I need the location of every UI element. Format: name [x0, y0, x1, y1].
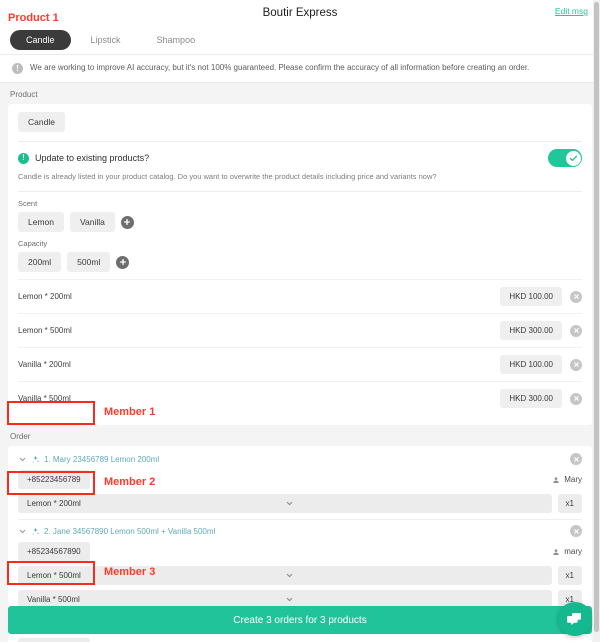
order-phone-row: +85234567890 mary: [18, 542, 582, 562]
variant-price[interactable]: HKD 300.00: [500, 389, 562, 409]
quantity-chip[interactable]: x1: [557, 566, 582, 586]
variant-name: Vanilla * 500ml: [18, 394, 71, 404]
close-circle-icon[interactable]: [570, 392, 582, 405]
order-block: 1. Mary 23456789 Lemon 200ml +8522345678…: [18, 448, 582, 519]
toggle-knob: [565, 150, 581, 166]
tab-shampoo[interactable]: Shampoo: [141, 30, 212, 50]
create-orders-button[interactable]: Create 3 orders for 3 products: [8, 606, 592, 634]
customer-phone[interactable]: +85265432109: [18, 638, 90, 642]
notice-text: We are working to improve AI accuracy, b…: [30, 63, 530, 73]
variant-select[interactable]: Lemon * 500ml: [18, 566, 552, 586]
chevron-down-icon: [285, 499, 543, 508]
variant-select[interactable]: Lemon * 200ml: [18, 494, 552, 514]
update-existing-products-row: ! Update to existing products?: [18, 149, 582, 167]
option-values-capacity: 200ml 500ml: [18, 252, 582, 273]
close-circle-icon[interactable]: [570, 358, 582, 371]
option-value-chip[interactable]: Lemon: [18, 212, 64, 233]
ai-accuracy-notice: ! We are working to improve AI accuracy,…: [0, 55, 600, 83]
update-existing-products-toggle[interactable]: [548, 149, 582, 167]
member-name-text: mary: [564, 547, 582, 557]
customer-phone[interactable]: +85223456789: [18, 470, 90, 490]
scrollbar-thumb[interactable]: [594, 2, 599, 632]
variant-name: Lemon * 500ml: [18, 326, 72, 336]
product-name-chip[interactable]: Candle: [18, 112, 65, 132]
option-value-chip[interactable]: Vanilla: [70, 212, 115, 233]
quantity-chip[interactable]: x1: [557, 494, 582, 514]
close-circle-icon[interactable]: [570, 453, 582, 466]
variant-row: Vanilla * 500ml HKD 300.00: [18, 381, 582, 415]
tab-lipstick[interactable]: Lipstick: [75, 30, 137, 50]
person-icon: [552, 476, 560, 484]
order-section-label: Order: [0, 425, 600, 447]
plus-circle-icon[interactable]: [120, 215, 134, 229]
order-title: 2. Jane 34567890 Lemon 500ml + Vanilla 5…: [44, 526, 216, 536]
order-phone-row: +85265432109 Bob: [18, 638, 582, 642]
variant-select-value: Lemon * 500ml: [27, 571, 81, 581]
variant-row: Lemon * 200ml HKD 100.00: [18, 279, 582, 313]
scrollbar[interactable]: [593, 0, 600, 642]
chevron-down-icon: [285, 571, 543, 580]
customer-phone[interactable]: +85234567890: [18, 542, 90, 562]
plus-circle-icon[interactable]: [116, 255, 130, 269]
update-toggle-description: Candle is already listed in your product…: [18, 172, 437, 181]
magic-wand-icon: [31, 455, 40, 464]
variant-row: Lemon * 500ml HKD 300.00: [18, 313, 582, 347]
option-value-chip[interactable]: 500ml: [67, 252, 111, 273]
edit-msg-link[interactable]: Edit msg: [555, 6, 588, 16]
variant-name: Lemon * 200ml: [18, 292, 72, 302]
option-label-scent: Scent: [18, 199, 38, 209]
person-icon: [552, 548, 560, 556]
info-icon: !: [12, 63, 23, 74]
chevron-down-icon[interactable]: [18, 527, 27, 536]
variant-select-value: Lemon * 200ml: [27, 499, 81, 509]
divider: [18, 191, 582, 193]
member-name: Mary: [552, 475, 582, 484]
option-values-scent: Lemon Vanilla: [18, 212, 582, 233]
option-value-chip[interactable]: 200ml: [18, 252, 62, 273]
product-tabs: Candle Lipstick Shampoo: [0, 26, 600, 55]
variant-price[interactable]: HKD 100.00: [500, 355, 562, 375]
boutir-express-app: Boutir Express Edit msg Candle Lipstick …: [0, 0, 600, 642]
divider: [18, 141, 582, 142]
chat-bubble-icon[interactable]: [558, 602, 592, 636]
variant-name: Vanilla * 200ml: [18, 360, 71, 370]
product-section-label: Product: [0, 83, 600, 104]
info-icon: !: [18, 152, 29, 164]
update-toggle-title: Update to existing products?: [35, 153, 150, 163]
tab-candle[interactable]: Candle: [10, 30, 71, 50]
order-block: 2. Jane 34567890 Lemon 500ml + Vanilla 5…: [18, 519, 582, 615]
magic-wand-icon: [31, 527, 40, 536]
check-icon: [569, 155, 577, 161]
chevron-down-icon[interactable]: [18, 455, 27, 464]
chevron-down-icon: [285, 595, 543, 604]
product-card: Candle ! Update to existing products? Ca…: [8, 104, 592, 426]
close-circle-icon[interactable]: [570, 525, 582, 538]
variant-select-value: Vanilla * 500ml: [27, 595, 80, 605]
member-name-text: Mary: [564, 475, 582, 485]
option-label-capacity: Capacity: [18, 239, 48, 249]
page-title: Boutir Express: [262, 7, 338, 19]
variant-row: Vanilla * 200ml HKD 100.00: [18, 347, 582, 381]
order-header: 2. Jane 34567890 Lemon 500ml + Vanilla 5…: [18, 525, 582, 538]
order-item-row: Lemon * 500ml x1: [18, 566, 582, 586]
order-header: 1. Mary 23456789 Lemon 200ml: [18, 453, 582, 466]
variant-price[interactable]: HKD 100.00: [500, 287, 562, 307]
variant-price[interactable]: HKD 300.00: [500, 321, 562, 341]
app-header: Boutir Express Edit msg: [0, 0, 600, 26]
member-name: mary: [552, 547, 582, 556]
close-circle-icon[interactable]: [570, 290, 582, 303]
close-circle-icon[interactable]: [570, 324, 582, 337]
order-item-row: Lemon * 200ml x1: [18, 494, 582, 514]
order-phone-row: +85223456789 Mary: [18, 470, 582, 490]
order-title: 1. Mary 23456789 Lemon 200ml: [44, 454, 160, 464]
